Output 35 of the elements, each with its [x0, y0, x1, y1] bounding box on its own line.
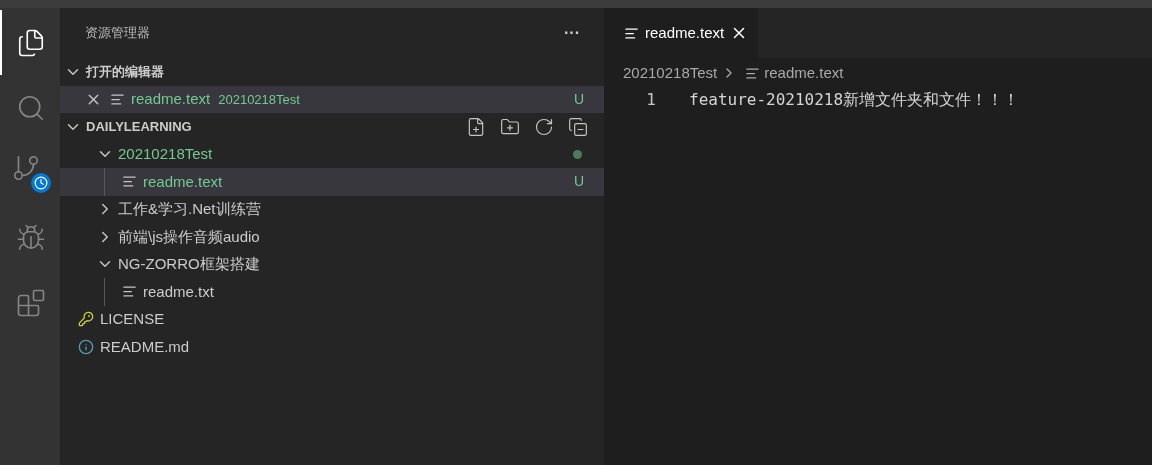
more-actions-icon[interactable]: ··· [564, 21, 580, 45]
file-name[interactable]: README.md [100, 335, 190, 358]
folder-name[interactable]: 工作&学习.Net训练营 [118, 198, 261, 221]
section-title[interactable]: 打开的编辑器 [86, 62, 164, 82]
file-lines-icon [110, 91, 125, 107]
file-lines-icon [122, 174, 137, 190]
file-lines-icon [745, 65, 761, 81]
folder-name[interactable]: NG-ZORRO框架搭建 [118, 253, 260, 276]
file-lines-icon [122, 284, 137, 300]
file-name[interactable]: readme.text [143, 170, 223, 193]
sidebar-title: 资源管理器 [85, 24, 150, 43]
folder-name[interactable]: 20210218Test [118, 143, 213, 166]
section-title[interactable]: DAILYLEARNING [86, 117, 192, 137]
new-file-icon[interactable] [466, 116, 486, 137]
breadcrumb-item[interactable]: readme.text [764, 61, 844, 85]
extensions-icon[interactable] [16, 287, 46, 318]
folder-hint: 20210218Test [218, 90, 300, 109]
file-name[interactable]: readme.text [131, 88, 211, 111]
refresh-icon[interactable] [534, 116, 554, 137]
code-line: feature-20210218新增文件夹和文件！！！ [689, 89, 1020, 111]
key-icon [78, 311, 94, 328]
file-lines-icon [624, 25, 639, 41]
debug-icon[interactable] [16, 222, 46, 253]
line-number: 1 [645, 89, 656, 111]
files-icon[interactable] [16, 27, 46, 58]
file-name[interactable]: LICENSE [100, 308, 165, 331]
new-folder-icon[interactable] [500, 116, 520, 137]
collapse-all-icon[interactable] [568, 116, 588, 137]
folder-name[interactable]: 前端\js操作音频audio [118, 225, 260, 248]
file-name[interactable]: readme.txt [143, 280, 214, 303]
git-status: U [573, 89, 584, 109]
git-status: U [573, 172, 584, 192]
breadcrumb-item[interactable]: 20210218Test [623, 61, 718, 85]
info-icon [78, 338, 94, 355]
editor-tab[interactable]: readme.text [604, 8, 759, 58]
